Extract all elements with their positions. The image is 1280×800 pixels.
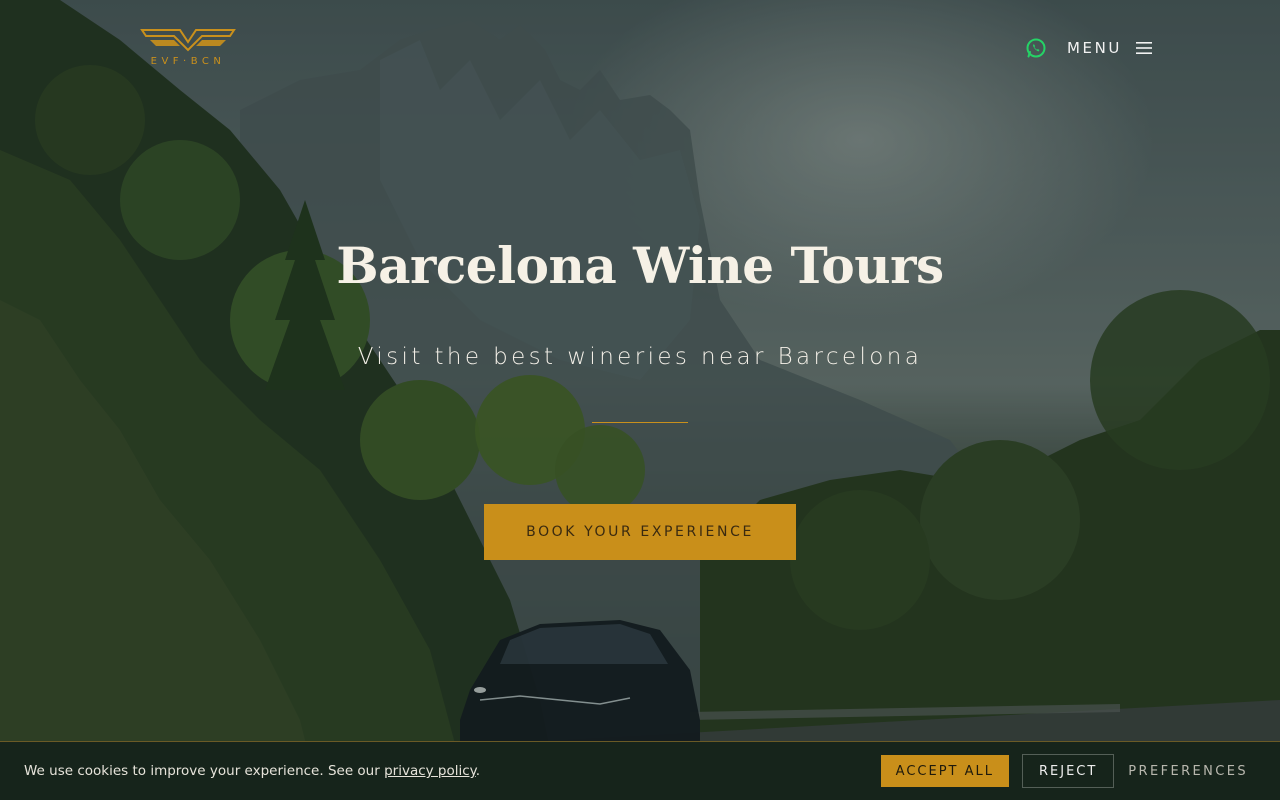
reject-button[interactable]: REJECT (1021, 754, 1115, 788)
preferences-button[interactable]: PREFERENCES (1128, 764, 1248, 779)
hero-subtitle: Visit the best wineries near Barcelona (357, 344, 923, 370)
cookie-consent-bar: We use cookies to improve your experienc… (0, 741, 1280, 800)
hamburger-icon[interactable] (1136, 41, 1152, 55)
whatsapp-icon[interactable] (1025, 37, 1047, 59)
header-actions: MENU (1025, 36, 1152, 60)
site-logo[interactable]: EVF·BCN (140, 26, 236, 70)
hero-title: Barcelona Wine Tours (336, 236, 944, 295)
hero-background-image (0, 0, 1280, 800)
accept-all-button[interactable]: ACCEPT ALL (880, 755, 1009, 787)
logo-wings-icon (140, 29, 236, 52)
cookie-text-after: . (475, 763, 481, 779)
hero-section: EVF·BCN MENU Barcelona Wine Tours Visit … (0, 0, 1280, 800)
book-experience-button[interactable]: BOOK YOUR EXPERIENCE (484, 504, 796, 560)
logo-text: EVF·BCN (150, 56, 226, 67)
cookie-message: We use cookies to improve your experienc… (24, 763, 881, 779)
privacy-policy-link[interactable]: privacy policy (384, 763, 476, 779)
hero-divider (592, 422, 688, 423)
cookie-text-before: We use cookies to improve your experienc… (24, 763, 385, 779)
menu-label[interactable]: MENU (1067, 39, 1122, 57)
